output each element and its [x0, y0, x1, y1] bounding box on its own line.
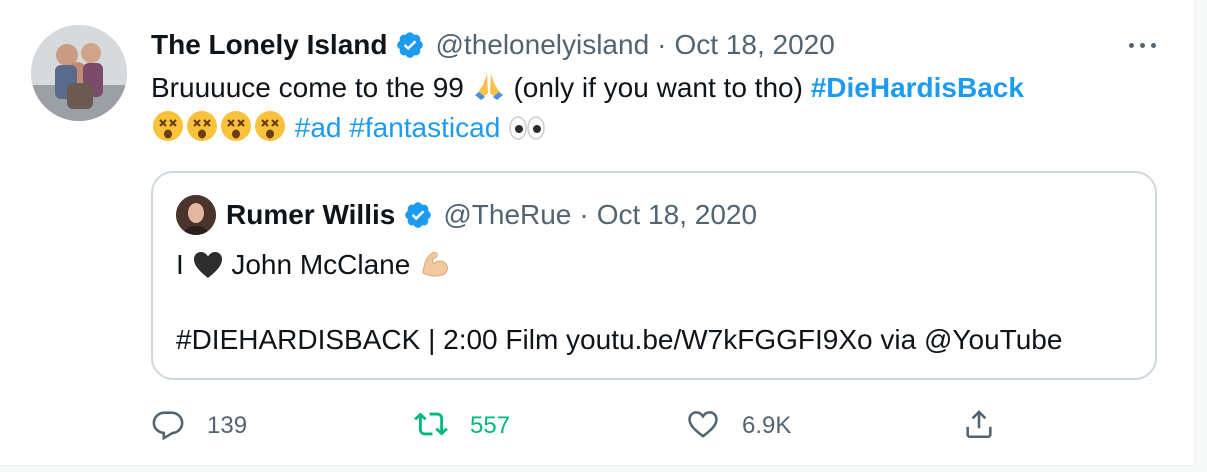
- reply-icon: [151, 407, 185, 446]
- tweet-text-after: (only if you want to tho): [513, 72, 803, 103]
- author-handle[interactable]: @thelonelyisland: [435, 29, 649, 61]
- quoted-author-name[interactable]: Rumer Willis: [226, 199, 395, 231]
- dizzy-face-emoji: [151, 109, 185, 154]
- hashtag-fantasticad[interactable]: #fantasticad: [349, 112, 500, 143]
- tweet-text-line-2: #ad #fantasticad: [151, 108, 546, 154]
- tweet-actions: 139 557 6.9K: [0, 404, 1194, 448]
- quoted-author-avatar[interactable]: [176, 195, 216, 235]
- hashtag-ad[interactable]: #ad: [295, 112, 342, 143]
- author-name[interactable]: The Lonely Island: [151, 29, 387, 61]
- quoted-tweet[interactable]: Rumer Willis @TheRue · Oct 18, 2020 I Jo…: [151, 171, 1157, 380]
- reply-count: 139: [207, 412, 248, 439]
- verified-badge-icon: [403, 200, 433, 230]
- dizzy-face-emoji: [219, 109, 253, 154]
- reply-button[interactable]: 139: [151, 404, 247, 448]
- tweet-text-start: Bruuuuce come to the 99: [151, 72, 464, 103]
- separator-dot: ·: [657, 29, 667, 60]
- quoted-tweet-date[interactable]: Oct 18, 2020: [597, 199, 757, 231]
- verified-badge-icon: [395, 30, 425, 60]
- flexed-biceps-emoji: [418, 246, 452, 291]
- quoted-text-after: John McClane: [231, 249, 411, 280]
- retweet-button[interactable]: 557: [414, 404, 510, 448]
- separator-dot: ·: [579, 199, 589, 230]
- share-icon: [962, 407, 996, 446]
- black-heart-emoji: [192, 250, 224, 291]
- quoted-text-line-1: I John McClane: [176, 245, 452, 291]
- like-count: 6.9K: [742, 412, 792, 439]
- quoted-text-line-2: #DIEHARDISBACK | 2:00 Film youtu.be/W7kF…: [176, 324, 1063, 355]
- more-icon[interactable]: [1126, 30, 1160, 60]
- like-button[interactable]: 6.9K: [686, 404, 791, 448]
- retweet-icon: [414, 407, 448, 446]
- dizzy-face-emoji: [185, 109, 219, 154]
- tweet-date[interactable]: Oct 18, 2020: [674, 29, 834, 61]
- eyes-emoji: [508, 113, 546, 154]
- quoted-text-start: I: [176, 249, 184, 280]
- hashtag-diehardisback[interactable]: #DieHardisBack: [811, 72, 1024, 103]
- dizzy-face-emoji: [253, 109, 287, 154]
- tweet-header: The Lonely Island @thelonelyisland · Oct…: [151, 26, 835, 64]
- quoted-author-handle[interactable]: @TheRue: [443, 199, 571, 231]
- tweet-card[interactable]: The Lonely Island @thelonelyisland · Oct…: [0, 0, 1195, 466]
- retweet-count: 557: [470, 412, 511, 439]
- like-icon: [686, 407, 720, 446]
- quoted-header: Rumer Willis @TheRue · Oct 18, 2020: [226, 196, 757, 234]
- share-button[interactable]: [962, 404, 996, 448]
- author-avatar[interactable]: [31, 25, 127, 121]
